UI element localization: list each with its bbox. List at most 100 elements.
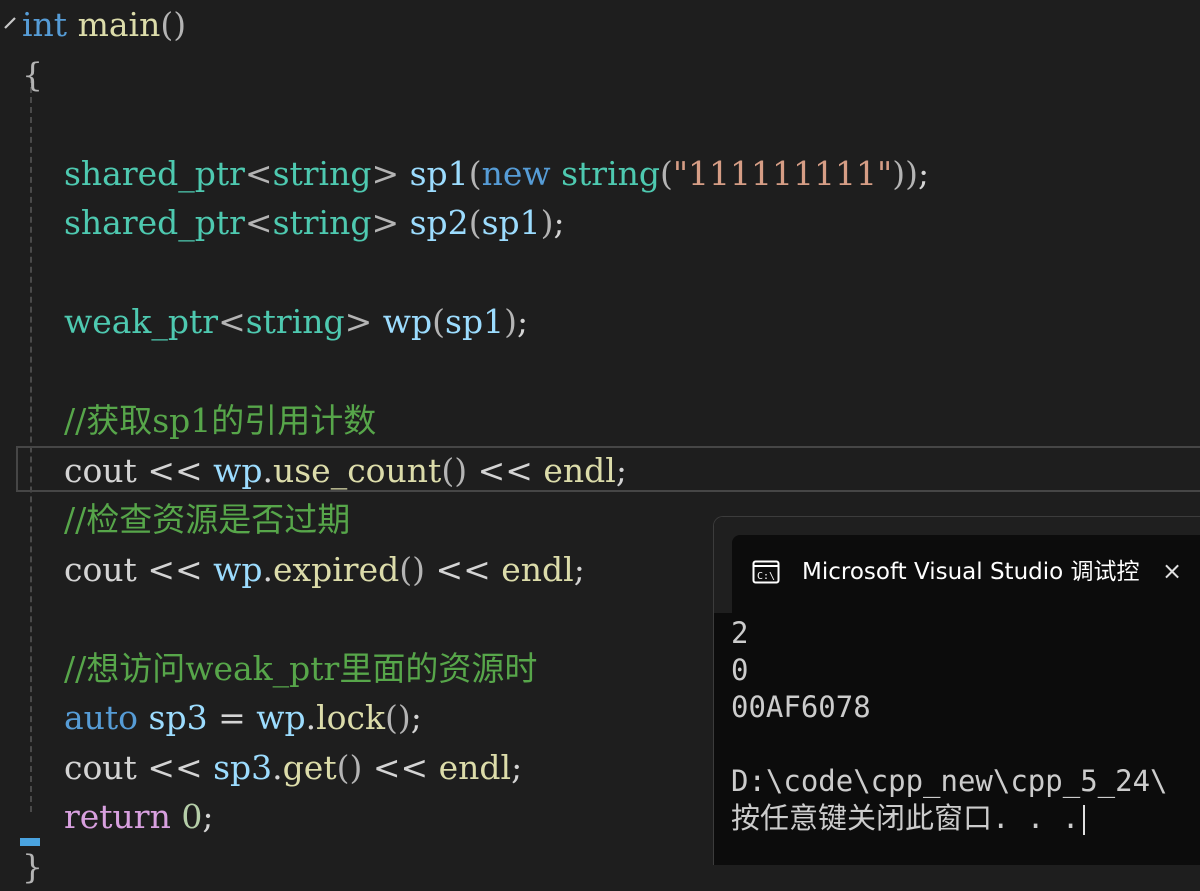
code-token: ( xyxy=(432,302,446,341)
code-token: ( xyxy=(468,203,482,242)
code-token: < xyxy=(218,302,246,341)
code-token: > xyxy=(371,203,410,242)
code-token: //想访问weak_ptr里面的资源时 xyxy=(63,648,538,688)
code-token: "111111111" xyxy=(672,153,893,193)
code-line: shared_ptr<string> sp2(sp1); xyxy=(22,198,565,247)
code-token: > xyxy=(371,153,410,193)
code-token: wp xyxy=(256,698,306,737)
code-token: . xyxy=(305,698,317,737)
code-token: . xyxy=(262,450,273,490)
debug-console-window[interactable]: C:\ Microsoft Visual Studio 调试控 × 2 0 00… xyxy=(713,516,1200,865)
console-tabstrip: C:\ Microsoft Visual Studio 调试控 × xyxy=(714,517,1200,613)
code-token: main xyxy=(77,5,161,44)
collapse-icon[interactable] xyxy=(3,16,17,30)
scroll-marker xyxy=(20,838,40,846)
code-token: string xyxy=(561,153,660,193)
code-token: sp1 xyxy=(409,153,469,193)
code-token: () xyxy=(441,450,468,490)
code-token: < xyxy=(244,203,273,242)
code-line: cout << sp3.get() << endl; xyxy=(22,743,522,792)
code-token: shared_ptr xyxy=(63,203,245,242)
code-line: return 0; xyxy=(22,792,213,841)
code-token: . xyxy=(272,747,283,787)
code-token: endl xyxy=(438,747,512,787)
code-token: endl xyxy=(501,549,574,589)
console-title: Microsoft Visual Studio 调试控 xyxy=(802,559,1140,585)
close-icon[interactable]: × xyxy=(1157,556,1187,586)
output-prompt-text: 按任意键关闭此窗口. . . xyxy=(731,801,1080,835)
code-token: () xyxy=(160,5,187,44)
code-token: ) xyxy=(504,302,517,341)
code-token: return xyxy=(63,797,171,836)
code-token: sp1 xyxy=(445,302,505,341)
code-token: ; xyxy=(410,698,422,737)
console-output: 2 0 00AF6078 D:\code\cpp_new\cpp_5_24\ 按… xyxy=(731,615,1200,837)
code-token: ( xyxy=(468,153,482,193)
code-token: //检查资源是否过期 xyxy=(63,500,351,539)
code-token: ) xyxy=(540,203,554,242)
console-app-icon: C:\ xyxy=(752,560,780,584)
code-token: string xyxy=(245,302,345,341)
code-token: wp xyxy=(382,302,433,341)
output-line: 00AF6078 xyxy=(731,690,871,724)
code-token: get xyxy=(282,747,337,787)
code-token: > xyxy=(344,302,383,341)
code-token: use_count xyxy=(272,450,442,490)
code-token: lock xyxy=(316,698,386,737)
code-token: new xyxy=(481,153,551,193)
code-token: sp2 xyxy=(409,203,469,242)
code-token: string xyxy=(272,153,372,193)
code-token: () xyxy=(399,549,425,589)
code-line: int main() xyxy=(22,0,186,49)
code-token: auto xyxy=(63,698,139,737)
output-line: D:\code\cpp_new\cpp_5_24\ xyxy=(731,764,1168,798)
code-token: ; xyxy=(917,153,930,193)
code-line: weak_ptr<string> wp(sp1); xyxy=(22,297,528,346)
code-token: cout << xyxy=(22,747,214,787)
code-token: ; xyxy=(202,797,214,836)
code-line: cout << wp.use_count() << endl; xyxy=(22,446,627,495)
code-token: { xyxy=(22,54,43,94)
code-token: ; xyxy=(553,203,565,242)
code-line: //获取sp1的引用计数 xyxy=(22,396,376,445)
output-line: 0 xyxy=(731,653,749,687)
code-token: sp1 xyxy=(481,203,541,242)
code-line: shared_ptr<string> sp1(new string("11111… xyxy=(22,149,929,198)
output-prompt-line: 按任意键关闭此窗口. . . xyxy=(731,800,1200,837)
code-token: < xyxy=(244,153,273,193)
code-token: wp xyxy=(213,450,263,490)
code-token: } xyxy=(22,846,43,886)
text-cursor xyxy=(1083,805,1086,835)
code-token: << xyxy=(424,549,502,589)
code-token: << xyxy=(467,450,544,490)
code-token: weak_ptr xyxy=(63,302,219,341)
code-token: ( xyxy=(660,153,673,193)
code-token: cout << xyxy=(22,549,214,589)
code-token: wp xyxy=(213,549,263,589)
code-line: cout << wp.expired() << endl; xyxy=(22,545,585,594)
code-token: int xyxy=(22,5,68,44)
code-token: ; xyxy=(516,302,529,341)
code-token: () xyxy=(385,698,411,737)
code-token: sp3 xyxy=(148,698,208,737)
code-line: } xyxy=(22,842,43,891)
code-token: //获取sp1的引用计数 xyxy=(63,401,377,440)
code-token: << xyxy=(362,747,439,787)
code-token: cout << xyxy=(22,450,214,490)
svg-text:C:\: C:\ xyxy=(757,571,775,582)
code-token: )) xyxy=(892,153,918,193)
code-token: shared_ptr xyxy=(63,153,245,193)
output-line: 2 xyxy=(731,616,749,650)
code-token: . xyxy=(262,549,273,589)
console-tab[interactable]: C:\ Microsoft Visual Studio 调试控 × xyxy=(732,535,1200,613)
